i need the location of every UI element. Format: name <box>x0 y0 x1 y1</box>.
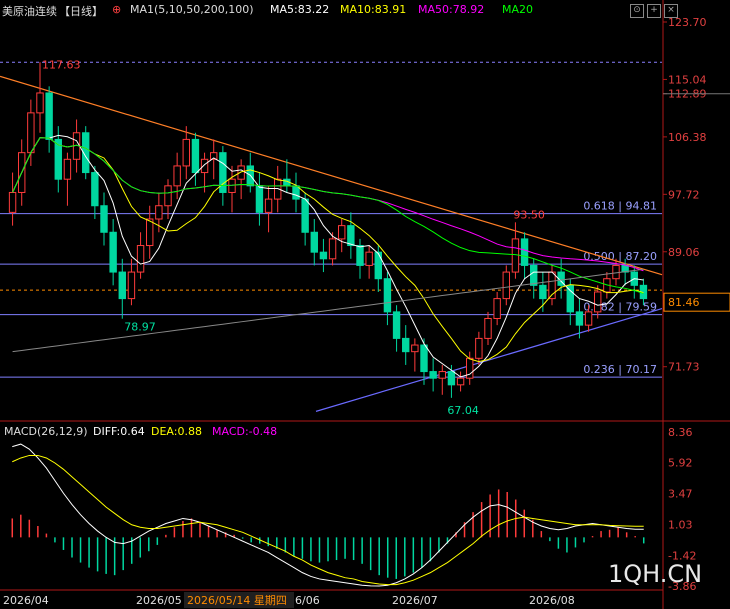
candle-body <box>530 264 538 286</box>
candle-body <box>566 284 574 313</box>
candle-body <box>136 245 145 273</box>
y-tick-label: 123.70 <box>668 16 707 29</box>
candle-body <box>493 298 501 320</box>
macd-y-tick-label: 1.03 <box>668 518 693 531</box>
candle-body <box>365 251 373 266</box>
candle-body <box>292 185 300 200</box>
macd-value-label: MACD:-0.48 <box>212 425 277 438</box>
candle-body <box>182 138 190 167</box>
candle-body <box>8 191 17 213</box>
candle-body <box>575 311 584 326</box>
candle-body <box>109 231 117 273</box>
candle-body <box>146 218 154 247</box>
candle-body <box>594 291 602 313</box>
candle-body <box>319 251 328 260</box>
candle-body <box>91 172 99 207</box>
candle-body <box>63 158 72 180</box>
macd-y-tick-label: 3.47 <box>668 488 693 501</box>
candle-body <box>301 198 309 233</box>
candle-body <box>456 377 465 386</box>
candle-body <box>100 205 108 233</box>
ma-line-ma50 <box>12 137 644 272</box>
candle-body <box>447 371 456 386</box>
x-tick-label: 2026/05 <box>136 594 182 607</box>
low-annotation: 78.97 <box>124 321 155 334</box>
current-price-label: 81.46 <box>668 296 700 309</box>
candle-body <box>237 165 245 180</box>
candle-body <box>539 284 547 300</box>
candle-body <box>219 152 227 193</box>
macd-dea-line <box>12 454 644 586</box>
swing-low-annotation: 67.04 <box>447 404 479 417</box>
y-tick-label: 106.38 <box>668 131 707 144</box>
y-tick-label: 71.73 <box>668 361 700 374</box>
candle-body <box>27 112 35 154</box>
macd-y-tick-label: 5.92 <box>668 457 693 470</box>
candle-body <box>402 337 410 353</box>
fib-label: 0.236 | 70.17 <box>583 363 657 376</box>
candle-body <box>584 311 593 326</box>
y-tick-label: 89.06 <box>668 246 700 259</box>
candle-body <box>420 344 428 373</box>
y-tick-label: 97.72 <box>668 188 700 201</box>
candle-body <box>484 318 492 339</box>
candle-body <box>173 165 181 187</box>
fib-label: 0.618 | 94.81 <box>583 200 657 213</box>
candle-body <box>383 278 392 313</box>
candle-body <box>264 198 273 213</box>
candle-body <box>328 238 337 260</box>
candle-body <box>255 185 264 213</box>
candle-body <box>438 371 446 379</box>
candle-body <box>374 251 382 280</box>
candle-body <box>338 225 346 240</box>
candle-body <box>347 225 355 247</box>
candle-body <box>200 158 209 174</box>
candle-body <box>191 138 200 174</box>
candle-body <box>164 185 172 207</box>
swing-high-annotation: 93.50 <box>513 208 545 221</box>
candle-body <box>429 371 437 379</box>
x-tick-label: 2026/07 <box>392 594 438 607</box>
x-tick-label: 2026/08 <box>529 594 575 607</box>
y-tick-label: 115.04 <box>668 73 707 86</box>
candle-body <box>475 337 483 359</box>
candle-body <box>310 231 318 253</box>
ma-line-ma10 <box>12 137 644 363</box>
candle-body <box>392 311 401 339</box>
candle-body <box>36 92 44 114</box>
x-tick-label: 2026/04 <box>3 594 49 607</box>
candle-body <box>356 245 364 266</box>
date-tag-label: 2026/05/14 星期四 <box>187 594 287 607</box>
price-chart[interactable]: 123.70115.04112.89106.3897.7289.0671.730… <box>0 0 730 609</box>
candle-body <box>411 344 419 353</box>
candle-body <box>127 271 136 300</box>
watermark-label: 1QH.CN <box>608 560 702 588</box>
macd-y-tick-label: 8.36 <box>668 426 693 439</box>
candle-body <box>118 271 126 300</box>
candle-body <box>502 271 510 300</box>
macd-dea-label: DEA:0.88 <box>151 425 202 438</box>
macd-diff-line <box>12 443 644 587</box>
ma-line-long <box>12 268 644 353</box>
high-annotation: 117.63 <box>42 58 81 71</box>
candle-body <box>45 92 53 140</box>
candle-body <box>155 205 163 220</box>
macd-title: MACD(26,12,9) <box>4 425 88 438</box>
candle-body <box>520 238 529 266</box>
macd-diff-label: DIFF:0.64 <box>93 425 145 438</box>
